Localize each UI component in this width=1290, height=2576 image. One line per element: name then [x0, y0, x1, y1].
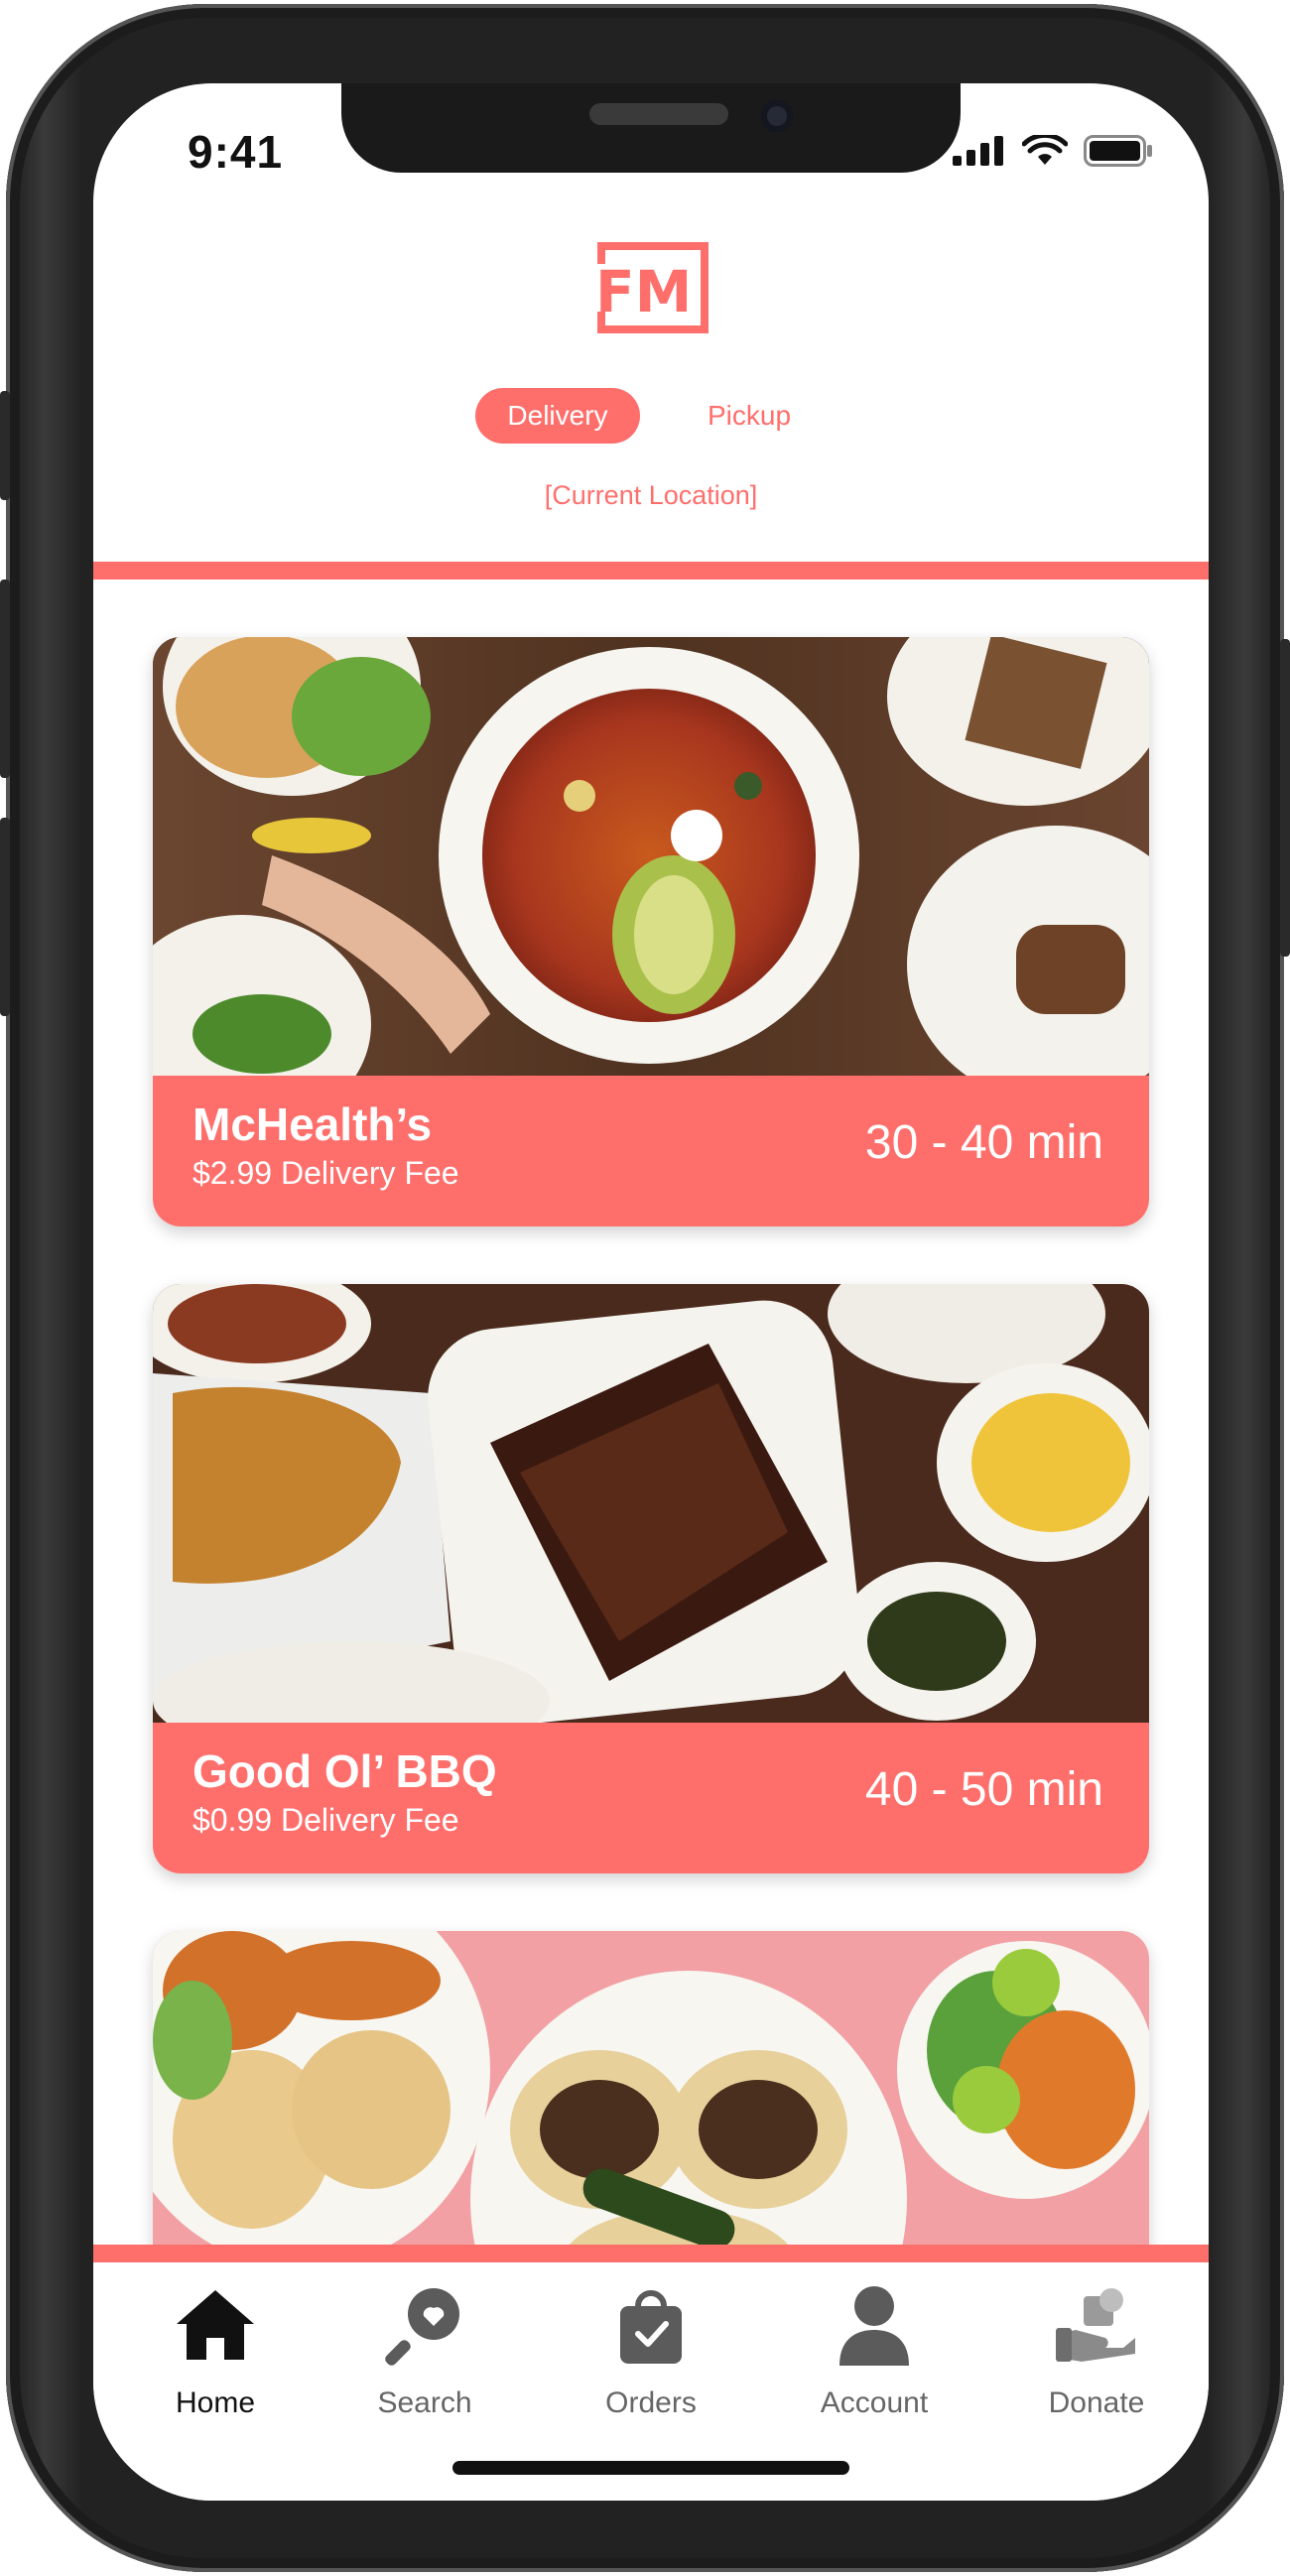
notch [341, 83, 961, 173]
delivery-eta: 40 - 50 min [864, 1763, 1103, 1816]
status-time: 9:41 [188, 126, 284, 178]
home-icon [177, 2290, 254, 2360]
tab-label: Donate [1048, 2386, 1145, 2419]
signal-icon [953, 136, 1003, 166]
tab-home[interactable]: Home [116, 2282, 315, 2420]
restaurant-card-good-ol-bbq[interactable]: Good Ol’ BBQ $0.99 Delivery Fee 40 - 50 … [153, 1284, 1149, 1873]
front-camera [760, 99, 794, 133]
tab-label: Search [377, 2386, 472, 2419]
restaurant-name: McHealth’s [193, 1098, 433, 1150]
volume-up-button [0, 580, 10, 778]
current-location-link[interactable]: [Current Location] [93, 480, 1209, 511]
search-heart-icon [385, 2288, 459, 2366]
restaurant-name: Good Ol’ BBQ [193, 1745, 497, 1797]
delivery-eta: 30 - 40 min [864, 1116, 1103, 1169]
delivery-tab[interactable]: Delivery [475, 388, 640, 444]
delivery-fee: $2.99 Delivery Fee [193, 1155, 459, 1191]
delivery-mode-toggle: Delivery Pickup [475, 388, 803, 444]
tab-label: Home [175, 2386, 256, 2419]
phone-frame: 9:41 FM Delivery Pickup [Current Locatio… [0, 4, 1290, 2572]
tab-donate[interactable]: Donate [997, 2282, 1196, 2420]
restaurant-info-band: McHealth’s $2.99 Delivery Fee 30 - 40 mi… [153, 1076, 1149, 1226]
tabbar-divider [93, 2245, 1209, 2262]
wifi-icon [1022, 135, 1068, 165]
volume-down-button [0, 818, 10, 1016]
person-icon [839, 2286, 909, 2366]
restaurant-photo-soup-bowls [153, 637, 1149, 1076]
restaurant-info-band: Good Ol’ BBQ $0.99 Delivery Fee 40 - 50 … [153, 1723, 1149, 1873]
app-screen: 9:41 FM Delivery Pickup [Current Locatio… [93, 83, 1209, 2501]
tab-search[interactable]: Search [325, 2282, 524, 2420]
mute-switch [0, 391, 10, 500]
speaker [589, 103, 728, 125]
fm-logo: FM [587, 242, 709, 333]
restaurant-card-mchealths[interactable]: McHealth’s $2.99 Delivery Fee 30 - 40 mi… [153, 637, 1149, 1226]
header-divider [93, 562, 1209, 580]
delivery-fee: $0.99 Delivery Fee [193, 1802, 459, 1838]
status-icons [953, 135, 1153, 167]
tab-label: Orders [605, 2386, 697, 2419]
battery-icon [1084, 135, 1152, 167]
pickup-tab[interactable]: Pickup [708, 388, 791, 444]
shopping-bag-icon [620, 2290, 682, 2364]
restaurant-photo-bbq-ribs [153, 1284, 1149, 1723]
tab-label: Account [820, 2386, 929, 2419]
home-indicator[interactable] [452, 2461, 849, 2475]
logo-text: FM [595, 258, 692, 325]
tab-orders[interactable]: Orders [552, 2282, 750, 2420]
power-button [1280, 639, 1290, 957]
tab-account[interactable]: Account [775, 2282, 973, 2420]
donate-hand-icon [1056, 2288, 1135, 2362]
